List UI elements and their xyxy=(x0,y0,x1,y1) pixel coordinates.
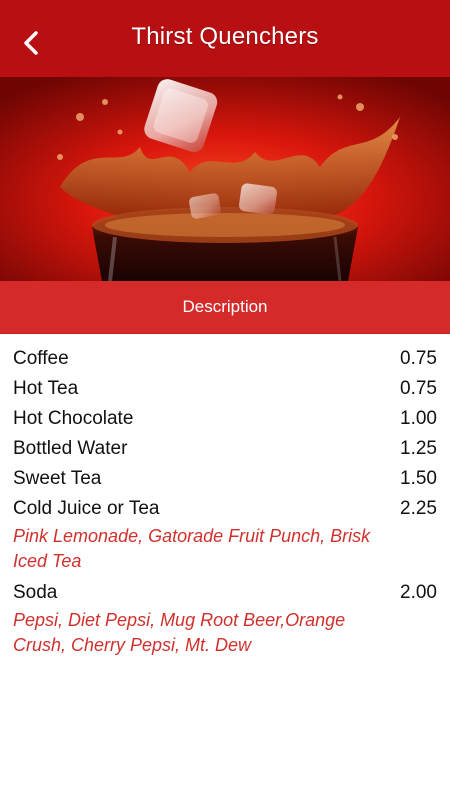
menu-list: Coffee 0.75 Hot Tea 0.75 Hot Chocolate 1… xyxy=(0,344,450,662)
back-button[interactable] xyxy=(12,25,52,65)
list-item: Cold Juice or Tea 2.25 Pink Lemonade, Ga… xyxy=(0,494,450,574)
item-price: 2.00 xyxy=(400,582,437,603)
item-price: 1.50 xyxy=(400,468,437,489)
item-name: Hot Chocolate xyxy=(13,408,134,429)
list-item: Hot Chocolate 1.00 xyxy=(0,404,450,434)
list-item: Soda 2.00 Pepsi, Diet Pepsi, Mug Root Be… xyxy=(0,578,450,658)
item-price: 1.25 xyxy=(400,438,437,459)
item-detail: Pepsi, Diet Pepsi, Mug Root Beer,Orange … xyxy=(13,610,346,655)
hero-image xyxy=(0,77,450,281)
item-name: Cold Juice or Tea xyxy=(13,498,160,519)
list-item: Sweet Tea 1.50 xyxy=(0,464,450,494)
list-item: Coffee 0.75 xyxy=(0,344,450,374)
list-item: Bottled Water 1.25 xyxy=(0,434,450,464)
item-price: 0.75 xyxy=(400,348,437,369)
chevron-left-icon xyxy=(21,30,43,61)
description-tab[interactable]: Description xyxy=(0,281,450,334)
item-price: 1.00 xyxy=(400,408,437,429)
description-label: Description xyxy=(182,297,268,316)
item-price: 0.75 xyxy=(400,378,437,399)
item-price: 2.25 xyxy=(400,498,437,519)
page-title: Thirst Quenchers xyxy=(131,22,319,50)
item-name: Soda xyxy=(13,582,58,603)
screen: Thirst Quenchers Description Coffee 0.75… xyxy=(0,0,450,800)
list-item: Hot Tea 0.75 xyxy=(0,374,450,404)
app-header: Thirst Quenchers xyxy=(0,0,450,77)
item-name: Coffee xyxy=(13,348,69,369)
item-detail: Pink Lemonade, Gatorade Fruit Punch, Bri… xyxy=(13,526,371,571)
item-name: Bottled Water xyxy=(13,438,128,459)
item-name: Hot Tea xyxy=(13,378,79,399)
item-name: Sweet Tea xyxy=(13,468,102,489)
